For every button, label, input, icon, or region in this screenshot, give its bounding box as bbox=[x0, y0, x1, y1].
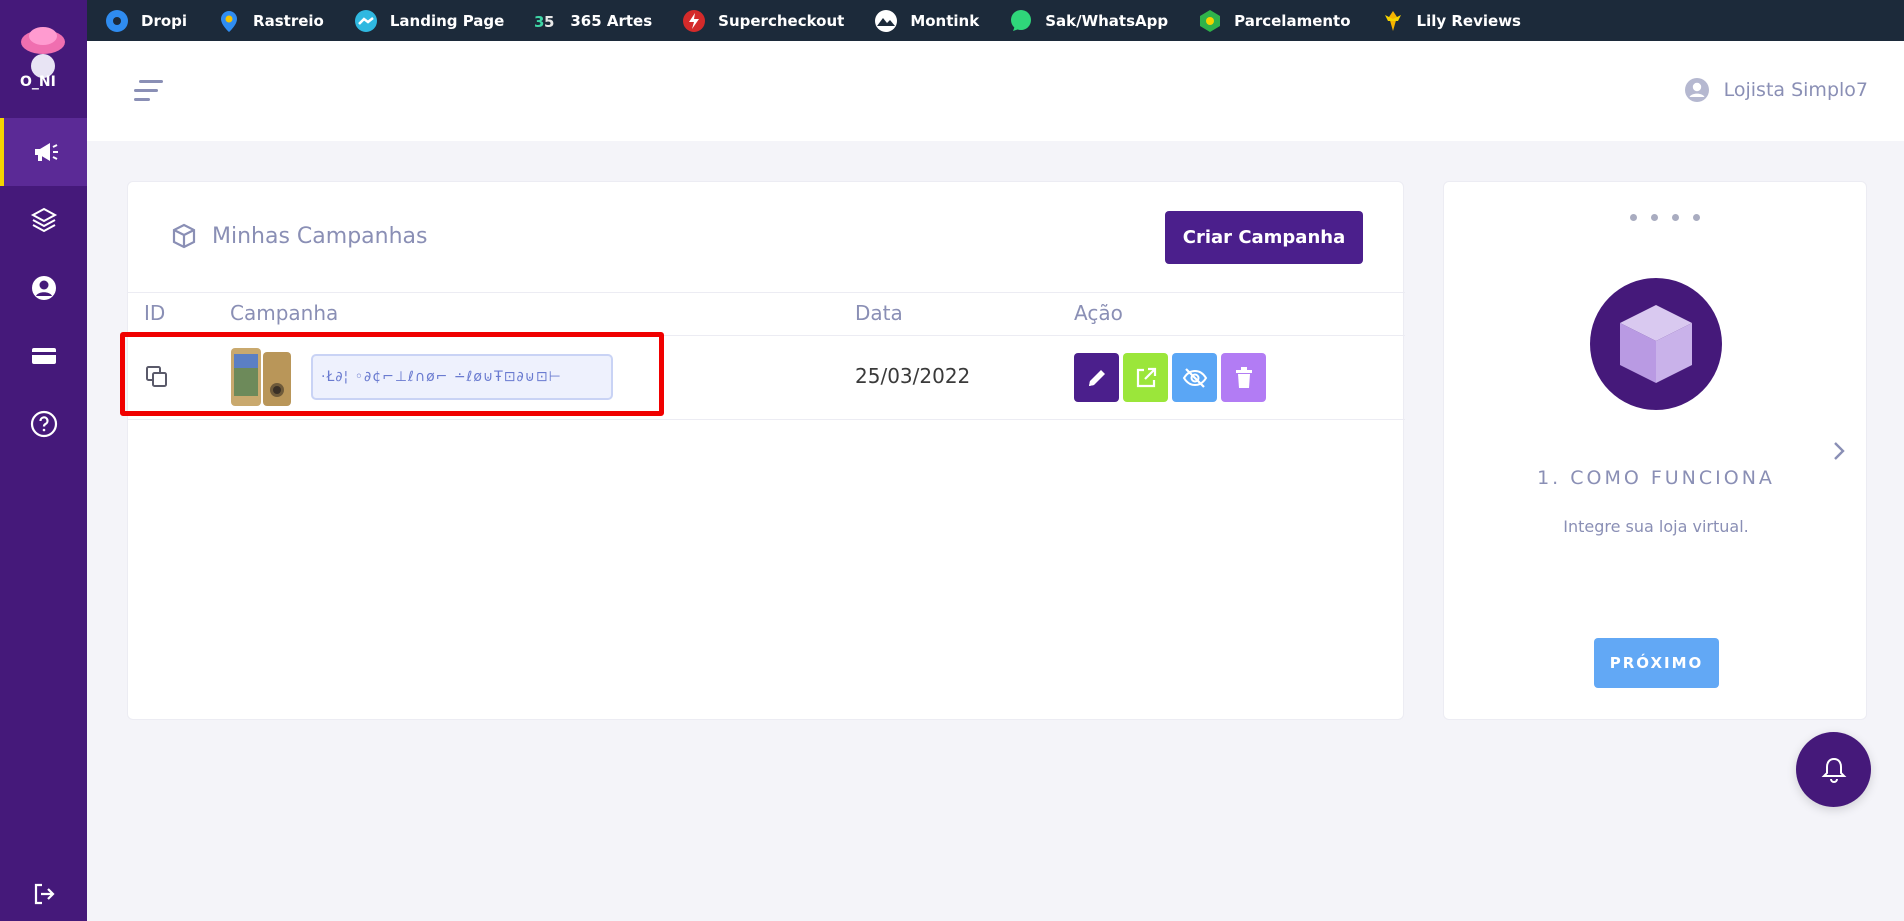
topbar-link-sak-whatsapp[interactable]: Sak/WhatsApp bbox=[1009, 9, 1168, 33]
sidebar-item-help[interactable] bbox=[0, 390, 87, 458]
topbar-link-dropi[interactable]: Dropi bbox=[105, 9, 187, 33]
svg-text:O_NI: O_NI bbox=[20, 74, 56, 90]
logout-icon bbox=[34, 883, 55, 905]
campaign-date: 25/03/2022 bbox=[855, 364, 971, 388]
campaigns-heading: Minhas Campanhas bbox=[170, 222, 427, 250]
landing-page-icon bbox=[354, 9, 378, 33]
eye-off-icon bbox=[1182, 367, 1207, 388]
carousel-dot[interactable] bbox=[1693, 214, 1700, 221]
sidebar-item-campaigns[interactable] bbox=[0, 118, 87, 186]
topbar-link-montink[interactable]: Montink bbox=[874, 9, 979, 33]
notifications-button[interactable] bbox=[1796, 732, 1871, 807]
carousel-next-arrow[interactable] bbox=[1831, 440, 1847, 466]
topbar-link-supercheckout[interactable]: Supercheckout bbox=[682, 9, 844, 33]
external-link-icon bbox=[1136, 367, 1156, 387]
logout-button[interactable] bbox=[0, 874, 87, 914]
credit-card-icon bbox=[31, 348, 56, 364]
menu-toggle-button[interactable] bbox=[131, 77, 165, 105]
sidebar-item-layers[interactable] bbox=[0, 186, 87, 254]
montink-icon bbox=[874, 9, 898, 33]
hide-campaign-button[interactable] bbox=[1172, 353, 1217, 402]
sidebar-item-billing[interactable] bbox=[0, 322, 87, 390]
column-campaign: Campanha bbox=[230, 301, 339, 325]
annotation-highlight-box bbox=[120, 332, 664, 416]
layers-icon bbox=[30, 207, 57, 233]
delete-campaign-button[interactable] bbox=[1221, 353, 1266, 402]
table-header: ID Campanha Data Ação bbox=[128, 292, 1405, 336]
sidebar-item-account[interactable] bbox=[0, 254, 87, 322]
step-title: 1. COMO FUNCIONA bbox=[1537, 467, 1775, 489]
parcelamento-icon bbox=[1198, 9, 1222, 33]
box-icon bbox=[172, 223, 196, 249]
topbar-link-parcelamento[interactable]: Parcelamento bbox=[1198, 9, 1351, 33]
carousel-dot[interactable] bbox=[1630, 214, 1637, 221]
carousel-dots[interactable] bbox=[1630, 214, 1714, 221]
user-name: Lojista Simplo7 bbox=[1723, 79, 1868, 101]
cube-icon bbox=[1620, 305, 1692, 383]
sidebar: O_NI bbox=[0, 0, 87, 921]
chevron-right-icon bbox=[1834, 442, 1845, 460]
supercheckout-icon bbox=[682, 9, 706, 33]
svg-text:3: 3 bbox=[534, 13, 544, 31]
step-description: Integre sua loja virtual. bbox=[1563, 517, 1749, 536]
page-header: Lojista Simplo7 bbox=[87, 41, 1904, 141]
menu-icon bbox=[134, 80, 163, 101]
lily-reviews-icon bbox=[1381, 9, 1405, 33]
user-circle-icon bbox=[31, 276, 56, 300]
whatsapp-icon bbox=[1009, 9, 1033, 33]
ovni-logo[interactable]: O_NI bbox=[14, 20, 72, 96]
365-artes-icon: 35 bbox=[534, 9, 558, 33]
guide-card: 1. COMO FUNCIONA Integre sua loja virtua… bbox=[1443, 181, 1867, 720]
column-id: ID bbox=[144, 301, 166, 325]
open-campaign-button[interactable] bbox=[1123, 353, 1168, 402]
topbar-link-lily-reviews[interactable]: Lily Reviews bbox=[1381, 9, 1521, 33]
carousel-dot[interactable] bbox=[1651, 214, 1658, 221]
pencil-icon bbox=[1088, 369, 1105, 386]
column-date: Data bbox=[855, 301, 903, 325]
cube-illustration bbox=[1590, 278, 1722, 410]
svg-text:5: 5 bbox=[544, 13, 554, 31]
trash-icon bbox=[1235, 366, 1252, 388]
next-step-button[interactable]: PRÓXIMO bbox=[1594, 638, 1719, 688]
campaigns-card: Minhas Campanhas Criar Campanha ID Campa… bbox=[127, 181, 1405, 720]
dropi-icon bbox=[105, 9, 129, 33]
megaphone-icon bbox=[34, 143, 58, 161]
top-links-bar: Dropi Rastreio Landing Page 35 365 Artes… bbox=[87, 0, 1904, 41]
create-campaign-button[interactable]: Criar Campanha bbox=[1165, 211, 1363, 264]
user-menu[interactable]: Lojista Simplo7 bbox=[1684, 77, 1868, 103]
rastreio-icon bbox=[217, 9, 241, 33]
user-avatar-icon bbox=[1684, 78, 1709, 102]
topbar-link-landing-page[interactable]: Landing Page bbox=[354, 9, 504, 33]
page-title: Minhas Campanhas bbox=[212, 223, 428, 249]
topbar-link-365-artes[interactable]: 35 365 Artes bbox=[534, 9, 652, 33]
carousel-dot[interactable] bbox=[1672, 214, 1679, 221]
edit-campaign-button[interactable] bbox=[1074, 353, 1119, 402]
column-action: Ação bbox=[1074, 301, 1123, 325]
topbar-link-rastreio[interactable]: Rastreio bbox=[217, 9, 324, 33]
question-circle-icon bbox=[30, 410, 57, 438]
bell-icon bbox=[1821, 757, 1846, 783]
